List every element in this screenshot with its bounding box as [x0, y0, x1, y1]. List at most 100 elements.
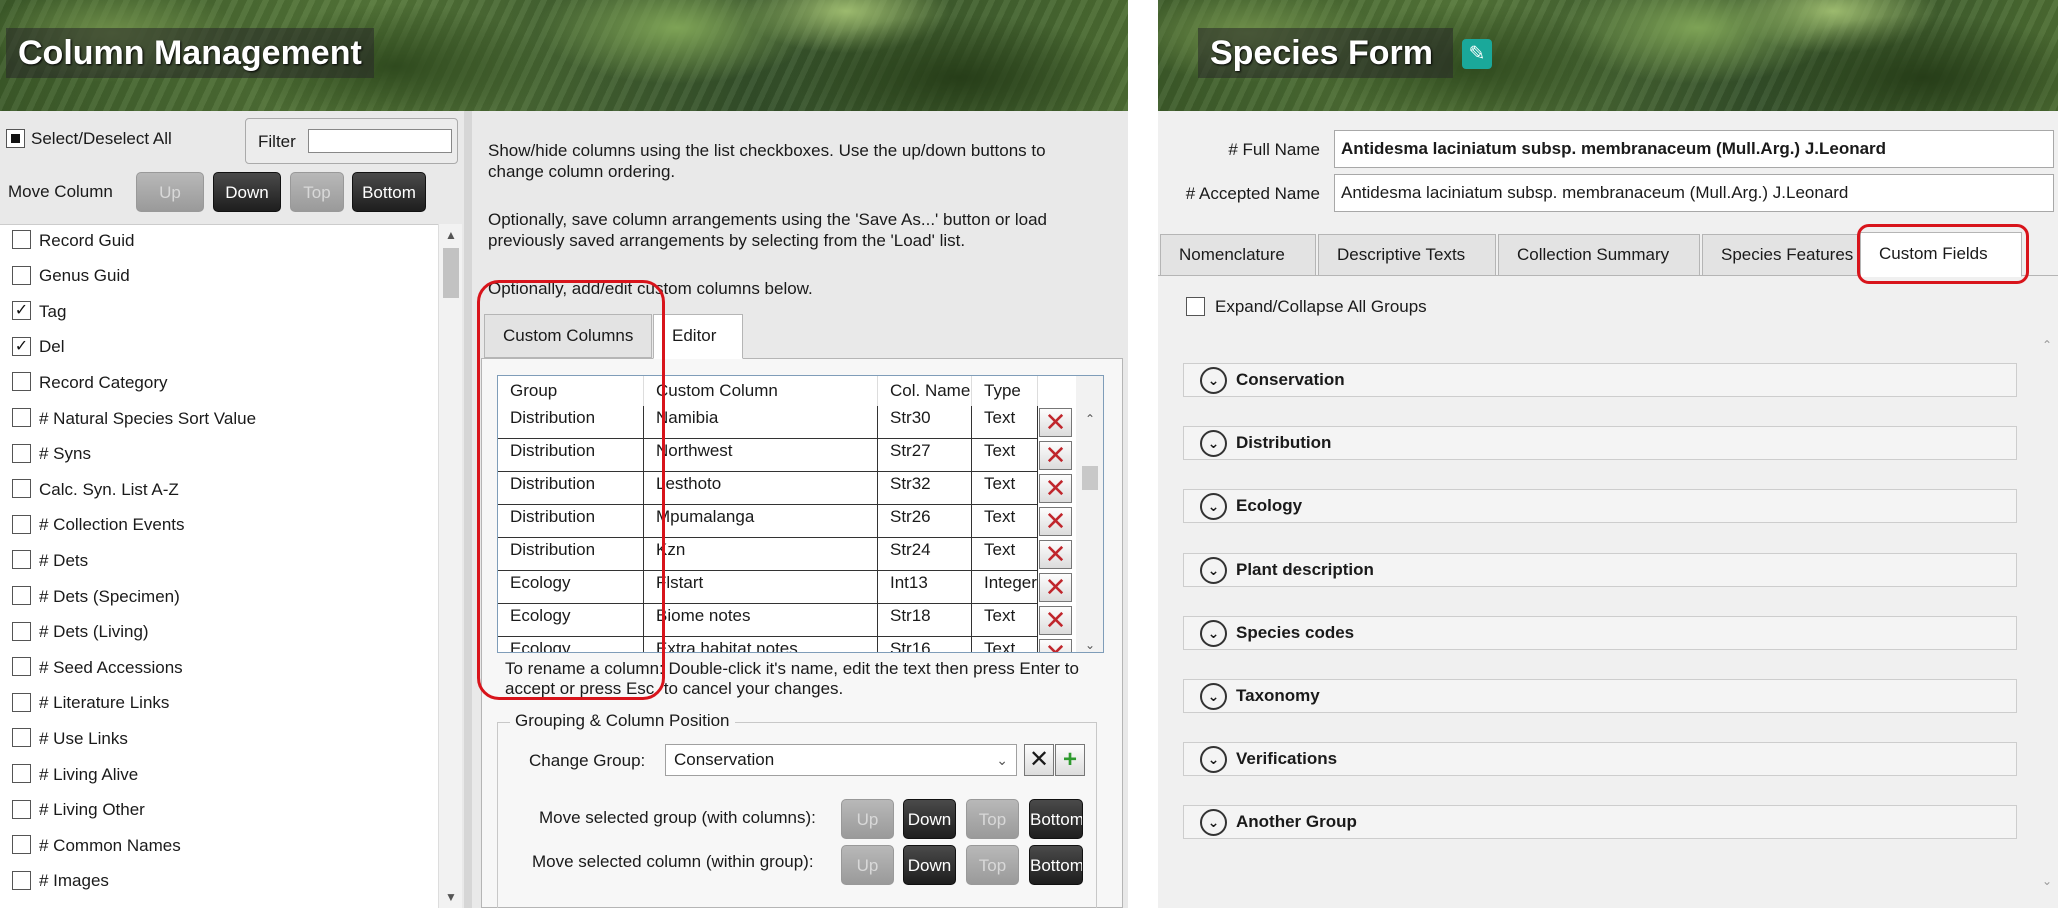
- checkbox-icon[interactable]: [12, 479, 31, 499]
- group-expander[interactable]: ⌄ Another Group: [1183, 805, 2017, 840]
- group-expander[interactable]: ⌄ Plant description: [1183, 552, 2017, 587]
- table-row[interactable]: Distribution Namibia Str30 Text ✕: [498, 406, 1072, 439]
- full-name-field[interactable]: Antidesma laciniatum subsp. membranaceum…: [1334, 130, 2054, 168]
- table-row[interactable]: Distribution Mpumalanga Str26 Text ✕: [498, 505, 1072, 538]
- grid-cell-group[interactable]: Distribution: [498, 406, 644, 439]
- scroll-down-icon[interactable]: ▼: [439, 890, 463, 904]
- grid-cell-type[interactable]: Text: [972, 604, 1038, 637]
- grid-cell-col-name[interactable]: Str24: [878, 538, 972, 571]
- chevron-down-circle-icon[interactable]: ⌄: [1200, 683, 1227, 710]
- checkbox-icon[interactable]: [12, 550, 31, 570]
- delete-column-button[interactable]: ✕: [1039, 639, 1072, 652]
- delete-column-button[interactable]: ✕: [1039, 408, 1072, 437]
- grid-cell-custom-column[interactable]: Kzn: [644, 538, 878, 571]
- column-list-item[interactable]: # Natural Species Sort Value: [12, 405, 256, 431]
- scroll-up-icon[interactable]: ⌃: [1076, 412, 1103, 426]
- column-list-item[interactable]: # Collection Events: [12, 512, 185, 538]
- checkbox-icon[interactable]: [12, 586, 31, 606]
- chevron-down-circle-icon[interactable]: ⌄: [1200, 746, 1227, 774]
- grid-cell-col-name[interactable]: Str32: [878, 472, 972, 505]
- delete-column-button[interactable]: ✕: [1039, 606, 1072, 635]
- delete-column-button[interactable]: ✕: [1039, 540, 1072, 569]
- column-list-item[interactable]: # Literature Links: [12, 690, 169, 716]
- grid-cell-group[interactable]: Distribution: [498, 505, 644, 538]
- table-row[interactable]: Ecology Flstart Int13 Integer ✕: [498, 571, 1072, 604]
- column-list-item[interactable]: Genus Guid: [12, 263, 130, 289]
- move-up-button[interactable]: Up: [136, 172, 204, 212]
- checkbox-icon[interactable]: [12, 799, 31, 819]
- grid-cell-col-name[interactable]: Str26: [878, 505, 972, 538]
- clear-group-button[interactable]: ✕: [1024, 744, 1054, 776]
- column-list-item[interactable]: # Dets (Specimen): [12, 583, 180, 609]
- grid-cell-group[interactable]: Distribution: [498, 538, 644, 571]
- checkbox-icon[interactable]: [12, 764, 31, 784]
- scroll-down-icon[interactable]: ⌄: [2042, 874, 2052, 888]
- column-list-item[interactable]: # Living Alive: [12, 761, 138, 787]
- grid-cell-col-name[interactable]: Str30: [878, 406, 972, 439]
- chevron-down-circle-icon[interactable]: ⌄: [1200, 619, 1227, 647]
- column-list-item[interactable]: # Images: [12, 868, 109, 894]
- add-group-button[interactable]: +: [1055, 744, 1085, 776]
- delete-column-button[interactable]: ✕: [1039, 441, 1072, 470]
- grid-cell-group[interactable]: Ecology: [498, 571, 644, 604]
- panel-splitter[interactable]: [464, 111, 472, 908]
- scroll-up-icon[interactable]: ▲: [439, 228, 463, 242]
- delete-column-button[interactable]: ✕: [1039, 507, 1072, 536]
- tab-collection-summary[interactable]: Collection Summary: [1498, 234, 1700, 276]
- delete-column-button[interactable]: ✕: [1039, 474, 1072, 503]
- column-list-item[interactable]: # Dets (Living): [12, 619, 149, 645]
- group-expander[interactable]: ⌄ Ecology: [1183, 489, 2017, 524]
- grid-cell-custom-column[interactable]: Extra habitat notes: [644, 637, 878, 652]
- chevron-down-circle-icon[interactable]: ⌄: [1200, 556, 1227, 584]
- column-top-button[interactable]: Top: [966, 845, 1019, 885]
- checkbox-icon[interactable]: [12, 230, 31, 250]
- checkbox-icon[interactable]: [12, 870, 31, 890]
- grid-cell-col-name[interactable]: Str16: [878, 637, 972, 652]
- pencil-icon[interactable]: ✎: [1462, 39, 1492, 69]
- column-list-item[interactable]: # Seed Accessions: [12, 654, 183, 680]
- grid-scrollbar[interactable]: ⌃ ⌄: [1076, 376, 1103, 652]
- checkbox-icon[interactable]: [12, 265, 31, 285]
- grid-cell-group[interactable]: Ecology: [498, 604, 644, 637]
- column-list-item[interactable]: Calc. Syn. List A-Z: [12, 476, 179, 502]
- checkmark-icon[interactable]: ✓: [12, 336, 31, 356]
- tab-editor[interactable]: Editor: [653, 314, 743, 359]
- tab-nomenclature[interactable]: Nomenclature: [1160, 234, 1316, 276]
- tab-custom-fields[interactable]: Custom Fields: [1860, 232, 2022, 277]
- chevron-down-circle-icon[interactable]: ⌄: [1200, 493, 1227, 521]
- checkbox-icon[interactable]: [12, 657, 31, 677]
- column-list-item[interactable]: Record Category: [12, 369, 168, 395]
- grid-header-col-name[interactable]: Col. Name: [878, 376, 972, 406]
- grid-cell-type[interactable]: Text: [972, 505, 1038, 538]
- grid-cell-type[interactable]: Text: [972, 637, 1038, 652]
- chevron-down-circle-icon[interactable]: ⌄: [1200, 430, 1227, 458]
- table-row[interactable]: Distribution Kzn Str24 Text ✕: [498, 538, 1072, 571]
- grid-header-type[interactable]: Type: [972, 376, 1038, 406]
- checkbox-icon[interactable]: [12, 835, 31, 855]
- chevron-down-circle-icon[interactable]: ⌄: [1200, 809, 1227, 837]
- grid-cell-type[interactable]: Text: [972, 538, 1038, 571]
- grid-header-group[interactable]: Group: [498, 376, 644, 406]
- scroll-thumb[interactable]: [443, 248, 459, 298]
- checkmark-icon[interactable]: ✓: [12, 301, 31, 321]
- column-list-item[interactable]: # Common Names: [12, 832, 181, 858]
- move-down-button[interactable]: Down: [213, 172, 281, 212]
- grid-cell-custom-column[interactable]: Northwest: [644, 439, 878, 472]
- table-row[interactable]: Ecology Extra habitat notes Str16 Text ✕: [498, 637, 1072, 652]
- column-list-item[interactable]: # Living Other: [12, 797, 145, 823]
- group-up-button[interactable]: Up: [841, 799, 894, 839]
- grid-cell-type[interactable]: Text: [972, 406, 1038, 439]
- expand-collapse-all-checkbox[interactable]: Expand/Collapse All Groups: [1186, 296, 1427, 317]
- grid-cell-type[interactable]: Integer: [972, 571, 1038, 604]
- grid-cell-custom-column[interactable]: Mpumalanga: [644, 505, 878, 538]
- group-expander[interactable]: ⌄ Verifications: [1183, 742, 2017, 777]
- checkbox-icon[interactable]: [12, 408, 31, 428]
- table-row[interactable]: Distribution Northwest Str27 Text ✕: [498, 439, 1072, 472]
- group-expander[interactable]: ⌄ Distribution: [1183, 426, 2017, 461]
- chevron-down-circle-icon[interactable]: ⌄: [1200, 367, 1227, 394]
- checkbox-icon[interactable]: [12, 372, 31, 392]
- column-bottom-button[interactable]: Bottom: [1029, 845, 1083, 885]
- grid-cell-group[interactable]: Distribution: [498, 472, 644, 505]
- scroll-down-icon[interactable]: ⌄: [1076, 638, 1103, 652]
- grid-cell-custom-column[interactable]: Biome notes: [644, 604, 878, 637]
